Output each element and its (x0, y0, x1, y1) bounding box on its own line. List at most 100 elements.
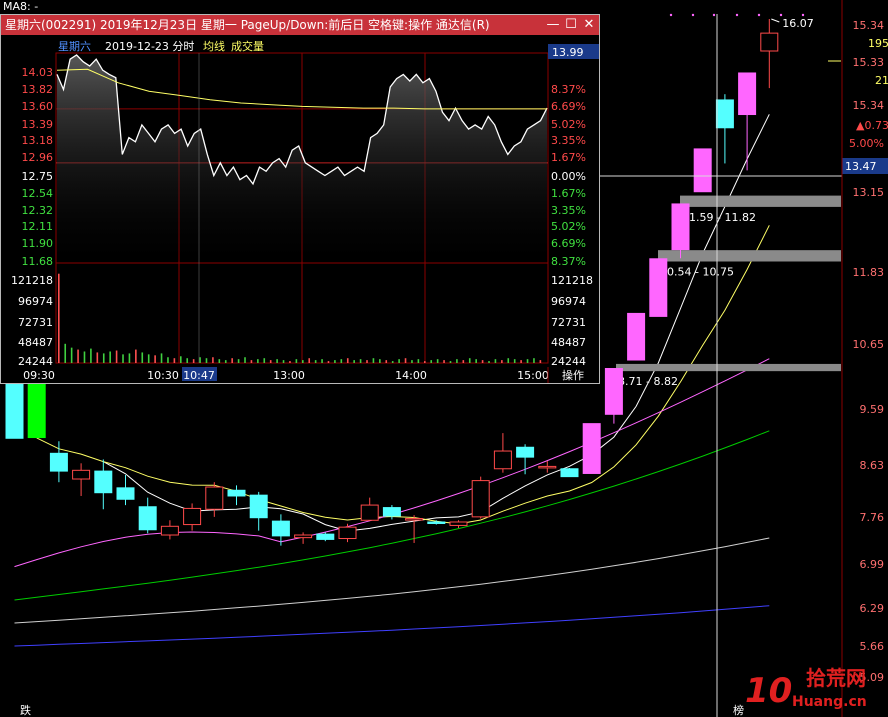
intraday-pct-tick: 0.00% (551, 170, 586, 183)
intraday-price-tick: 13.18 (22, 134, 54, 147)
marker-dot (691, 13, 695, 17)
volume-bar (167, 357, 169, 363)
candle-body[interactable] (715, 99, 734, 129)
volume-bar (237, 359, 240, 363)
candle-body[interactable] (649, 258, 668, 317)
intraday-pct-tick: 3.35% (551, 134, 586, 147)
candle-body[interactable] (493, 450, 512, 470)
volume-bar (488, 361, 490, 363)
volume-tick-right: 72731 (551, 316, 586, 329)
ma-label: MA8: - (3, 0, 38, 13)
time-axis-label: 15:00 (517, 369, 549, 382)
price-axis-label: 6.29 (860, 602, 885, 615)
candle-body[interactable] (405, 518, 424, 521)
price-axis-label: 9.59 (860, 403, 885, 416)
price-axis-label-partial: 21 (875, 74, 888, 87)
crosshair-price-label: 13.47 (845, 160, 877, 173)
intraday-popup-window[interactable]: 星期六(002291) 2019年12月23日 星期一 PageUp/Down:… (0, 14, 600, 384)
maximize-button[interactable]: ☐ (563, 17, 579, 33)
candle-body[interactable] (604, 368, 623, 415)
volume-bar (468, 358, 471, 363)
candle-body[interactable] (449, 521, 468, 526)
candle-body[interactable] (760, 32, 779, 52)
candle-body[interactable] (227, 489, 246, 497)
intraday-pct-tick: 3.35% (551, 204, 586, 217)
candle-body[interactable] (427, 521, 446, 524)
candle-body[interactable] (538, 465, 557, 469)
candle-body[interactable] (582, 423, 601, 474)
price-axis-label: 11.83 (853, 266, 885, 279)
time-axis-label: 14:00 (395, 369, 427, 382)
candle-body[interactable] (671, 203, 690, 251)
volume-bar (147, 354, 150, 363)
volume-bar (314, 360, 317, 363)
close-button[interactable]: ✕ (581, 17, 597, 33)
price-axis-label: 6.99 (860, 558, 885, 571)
volume-bar (385, 360, 388, 363)
candle-body[interactable] (183, 507, 202, 526)
volume-bar (494, 359, 497, 363)
popup-titlebar[interactable]: 星期六(002291) 2019年12月23日 星期一 PageUp/Down:… (1, 15, 599, 35)
volume-bar (295, 359, 298, 363)
price-axis-label: 8.63 (860, 459, 885, 472)
candle-body[interactable] (316, 533, 335, 540)
volume-bar (231, 358, 233, 363)
volume-bar (186, 358, 189, 363)
candle-body[interactable] (627, 312, 646, 361)
intraday-pct-tick: 1.67% (551, 151, 586, 164)
candle-body[interactable] (382, 507, 401, 517)
intraday-price-tick: 12.96 (22, 151, 54, 164)
candle-body[interactable] (560, 468, 579, 478)
price-axis-label-partial: 195 (868, 37, 888, 50)
candle-body[interactable] (294, 534, 313, 539)
popup-title: 星期六(002291) 2019年12月23日 星期一 PageUp/Down:… (5, 18, 490, 32)
candle-body[interactable] (160, 525, 179, 536)
candle-body[interactable] (116, 487, 135, 500)
high-marker-arrow (771, 18, 780, 23)
info-volume-label: 成交量 (231, 39, 264, 53)
volume-bar (443, 360, 445, 363)
action-button[interactable]: 操作 (562, 368, 584, 382)
info-date: 2019-12-23 分时 (105, 40, 194, 53)
volume-bar (154, 355, 156, 363)
intraday-chart[interactable]: 14.03 13.82 13.60 13.39 13.18 12.96 12.75 12.54… (1, 35, 599, 383)
volume-bar (539, 360, 542, 363)
minimize-button[interactable]: — (545, 17, 561, 33)
price-axis-label: 15.34 (853, 99, 885, 112)
time-axis-label: 13:00 (273, 369, 305, 382)
volume-bar (218, 359, 221, 363)
volume-tick-right: 121218 (551, 274, 593, 287)
candle-body[interactable] (72, 469, 91, 480)
time-axis-label: 09:30 (23, 369, 55, 382)
price-range-label: 11.59 - 11.82 (682, 211, 756, 224)
candle-body[interactable] (94, 470, 113, 494)
volume-bar (475, 359, 477, 363)
volume-tick-right: 24244 (551, 355, 586, 368)
volume-bar (70, 347, 73, 363)
volume-bar (77, 349, 79, 363)
candle-body[interactable] (738, 72, 757, 116)
candle-body[interactable] (693, 148, 712, 193)
marker-dot (735, 13, 739, 17)
candle-body[interactable] (271, 520, 290, 537)
candle-body[interactable] (360, 504, 379, 521)
price-axis-label: 5.00% (849, 137, 884, 150)
intraday-price-tick: 12.32 (22, 204, 54, 217)
volume-bar (379, 359, 381, 363)
candle-body[interactable] (138, 506, 157, 531)
ma-line-20 (14, 358, 770, 568)
candle-body[interactable] (338, 526, 357, 540)
volume-bar (282, 360, 285, 363)
candle-body[interactable] (205, 486, 224, 510)
intraday-pct-tick: 8.37% (551, 255, 586, 268)
volume-bar (327, 361, 330, 363)
candle-body[interactable] (49, 452, 68, 472)
candle-body[interactable] (249, 494, 268, 519)
candle-body[interactable] (471, 480, 490, 518)
volume-bar (96, 352, 99, 363)
price-change-label: ▲0.73 (856, 119, 888, 132)
price-range-box (658, 250, 841, 262)
intraday-pct-tick: 5.02% (551, 118, 586, 131)
candle-body[interactable] (516, 446, 535, 458)
volume-bar (359, 359, 362, 363)
